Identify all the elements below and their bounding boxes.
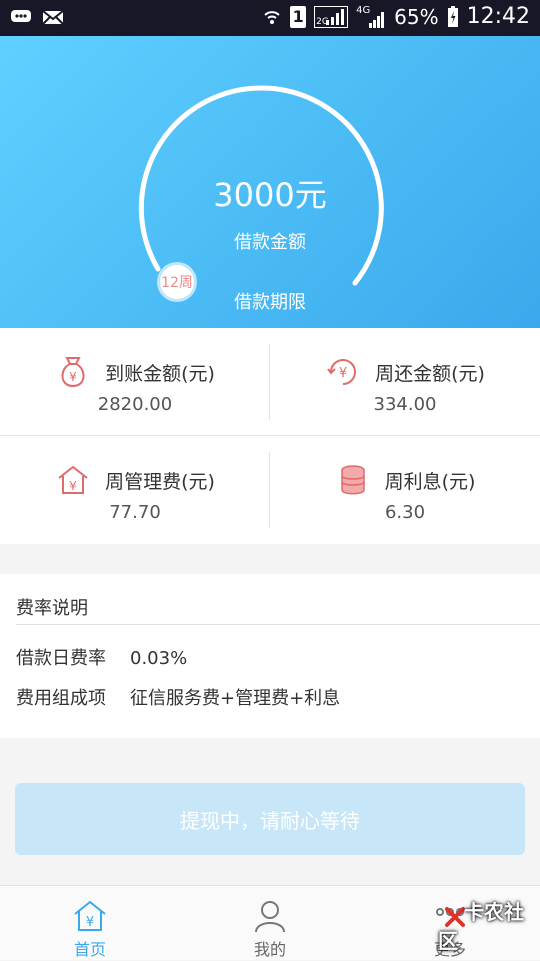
house-yen-icon: ¥ bbox=[58, 465, 88, 494]
divider bbox=[269, 452, 270, 528]
status-bar: 1 2G 4G 65% 12:42 bbox=[0, 0, 540, 36]
watermark-text: 卡农社区 bbox=[438, 900, 524, 953]
loan-hero: 3000元 借款金额 12周 借款期限 bbox=[0, 36, 540, 328]
stat-weekly-repayment: ¥ 周还金额(元) 334.00 bbox=[270, 328, 540, 436]
signal-2g-indicator: 2G bbox=[314, 5, 349, 28]
loan-term-label: 借款期限 bbox=[234, 292, 306, 313]
chat-icon bbox=[11, 10, 31, 22]
divider bbox=[0, 435, 540, 436]
fee-key: 借款日费率 bbox=[16, 648, 106, 669]
loan-amount-label: 借款金额 bbox=[234, 232, 306, 253]
nav-label: 首页 bbox=[73, 940, 106, 959]
withdraw-button[interactable]: 提现中，请耐心等待 bbox=[15, 783, 525, 855]
signal-4g-indicator: 4G bbox=[356, 5, 386, 28]
stat-title: 周还金额(元) bbox=[375, 362, 485, 385]
coin-stack-icon bbox=[340, 465, 365, 495]
sim-icon: 1 bbox=[290, 5, 307, 28]
stat-value: 77.70 bbox=[109, 502, 161, 523]
mail-icon bbox=[42, 10, 64, 25]
fee-row-components: 费用组成项 征信服务费+管理费+利息 bbox=[16, 684, 340, 710]
divider bbox=[16, 624, 540, 625]
battery-icon bbox=[447, 5, 458, 27]
fee-value: 征信服务费+管理费+利息 bbox=[130, 688, 341, 709]
svg-text:¥: ¥ bbox=[339, 366, 347, 381]
nav-home[interactable]: ¥ 首页 bbox=[0, 886, 180, 961]
fee-key: 费用组成项 bbox=[16, 688, 106, 709]
fee-value: 0.03% bbox=[130, 648, 188, 669]
signal-4g-icon bbox=[369, 11, 385, 28]
stat-weekly-management-fee: ¥ 周管理费(元) 77.70 bbox=[0, 436, 270, 544]
nav-label: 我的 bbox=[253, 940, 286, 959]
stat-weekly-interest: 周利息(元) 6.30 bbox=[270, 436, 540, 544]
loan-amount: 3000元 bbox=[213, 176, 327, 214]
nav-mine[interactable]: 我的 bbox=[180, 886, 360, 961]
clock: 12:42 bbox=[466, 4, 530, 29]
battery-percent: 65% bbox=[394, 4, 439, 29]
svg-text:¥: ¥ bbox=[69, 479, 77, 493]
fee-section: 费率说明 借款日费率 0.03% 费用组成项 征信服务费+管理费+利息 bbox=[0, 574, 540, 738]
home-yen-icon: ¥ bbox=[74, 900, 106, 931]
svg-text:¥: ¥ bbox=[69, 370, 77, 384]
fee-row-daily-rate: 借款日费率 0.03% bbox=[16, 644, 187, 670]
loan-stats: ¥ 到账金额(元) 2820.00 ¥ 周还金额(元) 334.00 ¥ 周管理… bbox=[0, 328, 540, 544]
wifi-icon bbox=[264, 10, 280, 24]
fee-section-title: 费率说明 bbox=[16, 598, 88, 619]
stat-value: 6.30 bbox=[384, 502, 426, 523]
divider bbox=[269, 344, 270, 420]
signal-icon bbox=[326, 8, 345, 25]
stat-received-amount: ¥ 到账金额(元) 2820.00 bbox=[0, 328, 270, 436]
repay-cycle-icon: ¥ bbox=[327, 359, 357, 385]
stat-value: 334.00 bbox=[373, 394, 437, 415]
money-bag-icon: ¥ bbox=[61, 357, 85, 388]
stat-title: 到账金额(元) bbox=[105, 362, 215, 385]
stat-value: 2820.00 bbox=[97, 394, 173, 415]
stat-title: 周管理费(元) bbox=[105, 470, 215, 493]
stat-title: 周利息(元) bbox=[384, 470, 476, 493]
watermark: 卡农社区 bbox=[438, 896, 540, 954]
user-icon bbox=[255, 901, 285, 933]
svg-text:¥: ¥ bbox=[86, 915, 94, 930]
